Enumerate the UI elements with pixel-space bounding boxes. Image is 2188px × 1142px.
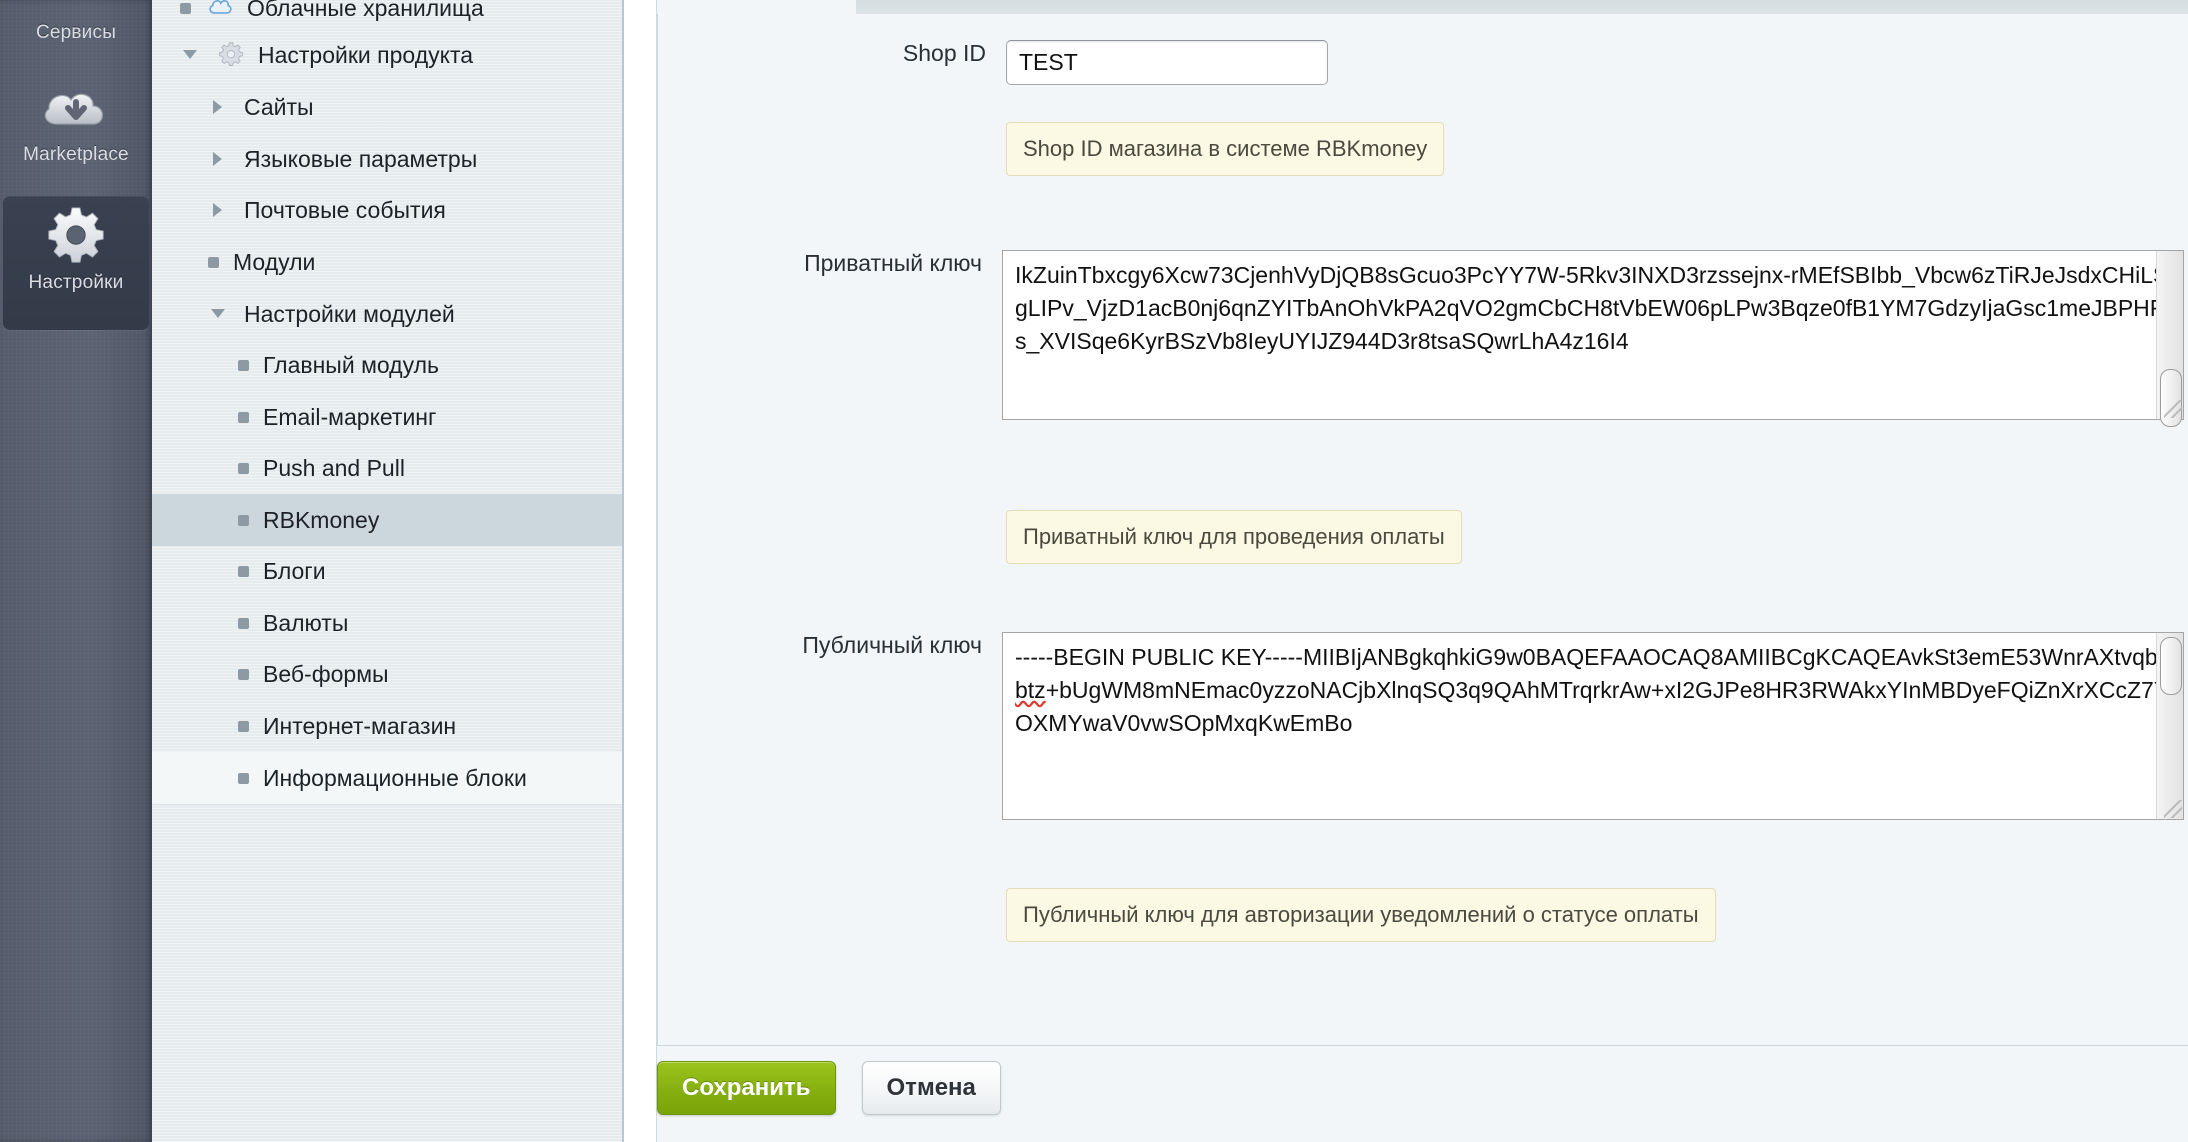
rail-item-settings[interactable]: Настройки: [3, 196, 149, 330]
bullet-icon: [238, 411, 249, 423]
public-key-line-1: -----BEGIN PUBLIC KEY-----: [1015, 644, 1303, 670]
admin-page: Сервисы Marketplace Настройки Облачные х…: [0, 0, 2188, 1142]
content-area: Shop ID Shop ID магазина в системе RBKmo…: [624, 0, 2188, 1142]
bullet-icon: [208, 256, 219, 268]
sidebar-tree-item[interactable]: Модули: [152, 236, 622, 288]
sidebar-tree-item-label: Email-маркетинг: [263, 403, 437, 430]
chevron-right-icon[interactable]: [208, 199, 230, 221]
public-key-row: Публичный ключ -----BEGIN PUBLIC KEY----…: [624, 632, 2184, 820]
sidebar-tree-item-label: Сайты: [244, 93, 314, 120]
sidebar-tree-item[interactable]: Языковые параметры: [152, 133, 622, 185]
private-key-label: Приватный ключ: [804, 250, 982, 276]
bullet-icon: [238, 462, 249, 474]
sidebar-tree-item-label: Веб-формы: [263, 660, 389, 687]
form-actions: Сохранить Отмена: [657, 1061, 1001, 1115]
bullet-icon: [238, 514, 249, 526]
sidebar-tree-item-label: Push and Pull: [263, 454, 405, 481]
cancel-button[interactable]: Отмена: [861, 1061, 1001, 1115]
bullet-icon: [238, 617, 249, 629]
sidebar-tree-item-label: Главный модуль: [263, 351, 439, 378]
public-key-field[interactable]: -----BEGIN PUBLIC KEY-----MIIBIjANBgkqhk…: [1002, 632, 2184, 820]
private-key-textarea[interactable]: IkZuinTbxcgy6Xcw73CjenhVyDjQB8sGcuo3PcYY…: [1002, 250, 2184, 420]
sidebar-tree-item-label: Почтовые события: [244, 196, 446, 223]
sidebar-tree-item-label: Валюты: [263, 609, 349, 636]
sidebar-tree-item[interactable]: RBKmoney: [152, 494, 622, 546]
services-icon: [0, 0, 152, 18]
private-key-hint: Приватный ключ для проведения оплаты: [1006, 510, 1462, 564]
public-key-line-3: +bUgWM8mNEmac0yzzoNACjbXlnqSQ3q9QAhMTrqr…: [1045, 677, 1887, 703]
sidebar-tree-item-label: Настройки модулей: [244, 300, 455, 327]
sidebar-tree[interactable]: Облачные хранилища Настройки продукта Сайт…: [152, 0, 624, 1142]
bullet-icon: [238, 668, 249, 680]
scrollbar-thumb[interactable]: [2160, 369, 2182, 427]
sidebar-tree-item-label: Информационные блоки: [263, 764, 527, 791]
bullet-icon: [238, 359, 249, 371]
gear-icon: [3, 206, 149, 268]
sidebar-tree-item-label: Языковые параметры: [244, 145, 478, 172]
sidebar-tree-item-label: Модули: [233, 248, 316, 275]
shop-id-label: Shop ID: [902, 40, 986, 66]
chevron-down-icon[interactable]: [208, 303, 230, 325]
sidebar-tree-item[interactable]: Push and Pull: [152, 442, 622, 494]
top-strip: [856, 0, 2188, 14]
public-key-hint-row: Публичный ключ для авторизации уведомлен…: [1006, 888, 1716, 942]
sidebar-tree-item[interactable]: Настройки модулей: [152, 288, 622, 340]
bullet-icon: [238, 565, 249, 577]
sidebar-tree-item[interactable]: Информационные блоки: [152, 752, 622, 804]
scrollbar-thumb[interactable]: [2160, 637, 2182, 695]
public-key-line-2: MIIBIjANBgkqhkiG9w0BAQEFAAOCAQ8AMIIBCgKC…: [1302, 644, 2174, 670]
private-key-hint-row: Приватный ключ для проведения оплаты: [1006, 510, 1462, 564]
gear-icon: [218, 42, 244, 68]
public-key-hint: Публичный ключ для авторизации уведомлен…: [1006, 888, 1716, 942]
cloud-icon: [207, 0, 233, 21]
sidebar-tree-item[interactable]: Интернет-магазин: [152, 700, 622, 752]
resize-grip-icon[interactable]: [2164, 800, 2182, 818]
rail-item-services[interactable]: Сервисы: [0, 0, 152, 66]
public-key-textarea[interactable]: -----BEGIN PUBLIC KEY-----MIIBIjANBgkqhk…: [1002, 632, 2184, 820]
public-key-label: Публичный ключ: [802, 632, 982, 658]
chevron-down-icon[interactable]: [180, 44, 202, 66]
resize-grip-icon[interactable]: [2164, 400, 2182, 418]
bullet-icon: [238, 772, 249, 784]
rail-item-label: Сервисы: [35, 22, 117, 43]
sidebar-tree-item-label: Интернет-магазин: [263, 712, 457, 739]
shop-id-input[interactable]: [1006, 40, 1328, 85]
bullet-icon: [238, 720, 249, 732]
private-key-scrollbar[interactable]: [2156, 251, 2183, 427]
public-key-misspelled-token: btz: [1015, 677, 1046, 703]
chevron-right-icon[interactable]: [208, 148, 230, 170]
public-key-scrollbar[interactable]: [2156, 633, 2183, 819]
bullet-icon: [180, 2, 191, 14]
sidebar-tree-item-label: Облачные хранилища: [247, 0, 484, 21]
sidebar-tree-item[interactable]: Сайты: [152, 81, 622, 133]
sidebar-tree-item[interactable]: Email-маркетинг: [152, 391, 622, 443]
rail-item-marketplace[interactable]: Marketplace: [0, 78, 152, 188]
sidebar-tree-item[interactable]: Блоги: [152, 545, 622, 597]
sidebar-tree-item-label: RBKmoney: [263, 506, 380, 533]
sidebar-tree-item[interactable]: Настройки продукта: [152, 29, 622, 81]
sidebar-tree-item[interactable]: Почтовые события: [152, 184, 622, 236]
app-rail: Сервисы Marketplace Настройки: [0, 0, 152, 1142]
shop-id-hint-row: Shop ID магазина в системе RBKmoney: [1006, 122, 1445, 176]
rail-item-label: Marketplace: [23, 144, 129, 165]
sidebar-tree-item[interactable]: Главный модуль: [152, 339, 622, 391]
shop-id-row: Shop ID: [624, 40, 2164, 85]
sidebar-tree-item-label: Настройки продукта: [258, 41, 474, 68]
save-button[interactable]: Сохранить: [657, 1061, 836, 1115]
sidebar-tree-item[interactable]: Валюты: [152, 597, 622, 649]
rail-item-label: Настройки: [28, 272, 124, 293]
shop-id-hint: Shop ID магазина в системе RBKmoney: [1006, 122, 1445, 176]
chevron-right-icon[interactable]: [208, 96, 230, 118]
sidebar-tree-item[interactable]: Веб-формы: [152, 648, 622, 700]
cloud-download-icon: [0, 78, 152, 140]
private-key-row: Приватный ключ IkZuinTbxcgy6Xcw73CjenhVy…: [624, 250, 2184, 427]
private-key-field[interactable]: IkZuinTbxcgy6Xcw73CjenhVyDjQB8sGcuo3PcYY…: [1002, 250, 2184, 427]
sidebar-tree-item-label: Блоги: [263, 557, 326, 584]
